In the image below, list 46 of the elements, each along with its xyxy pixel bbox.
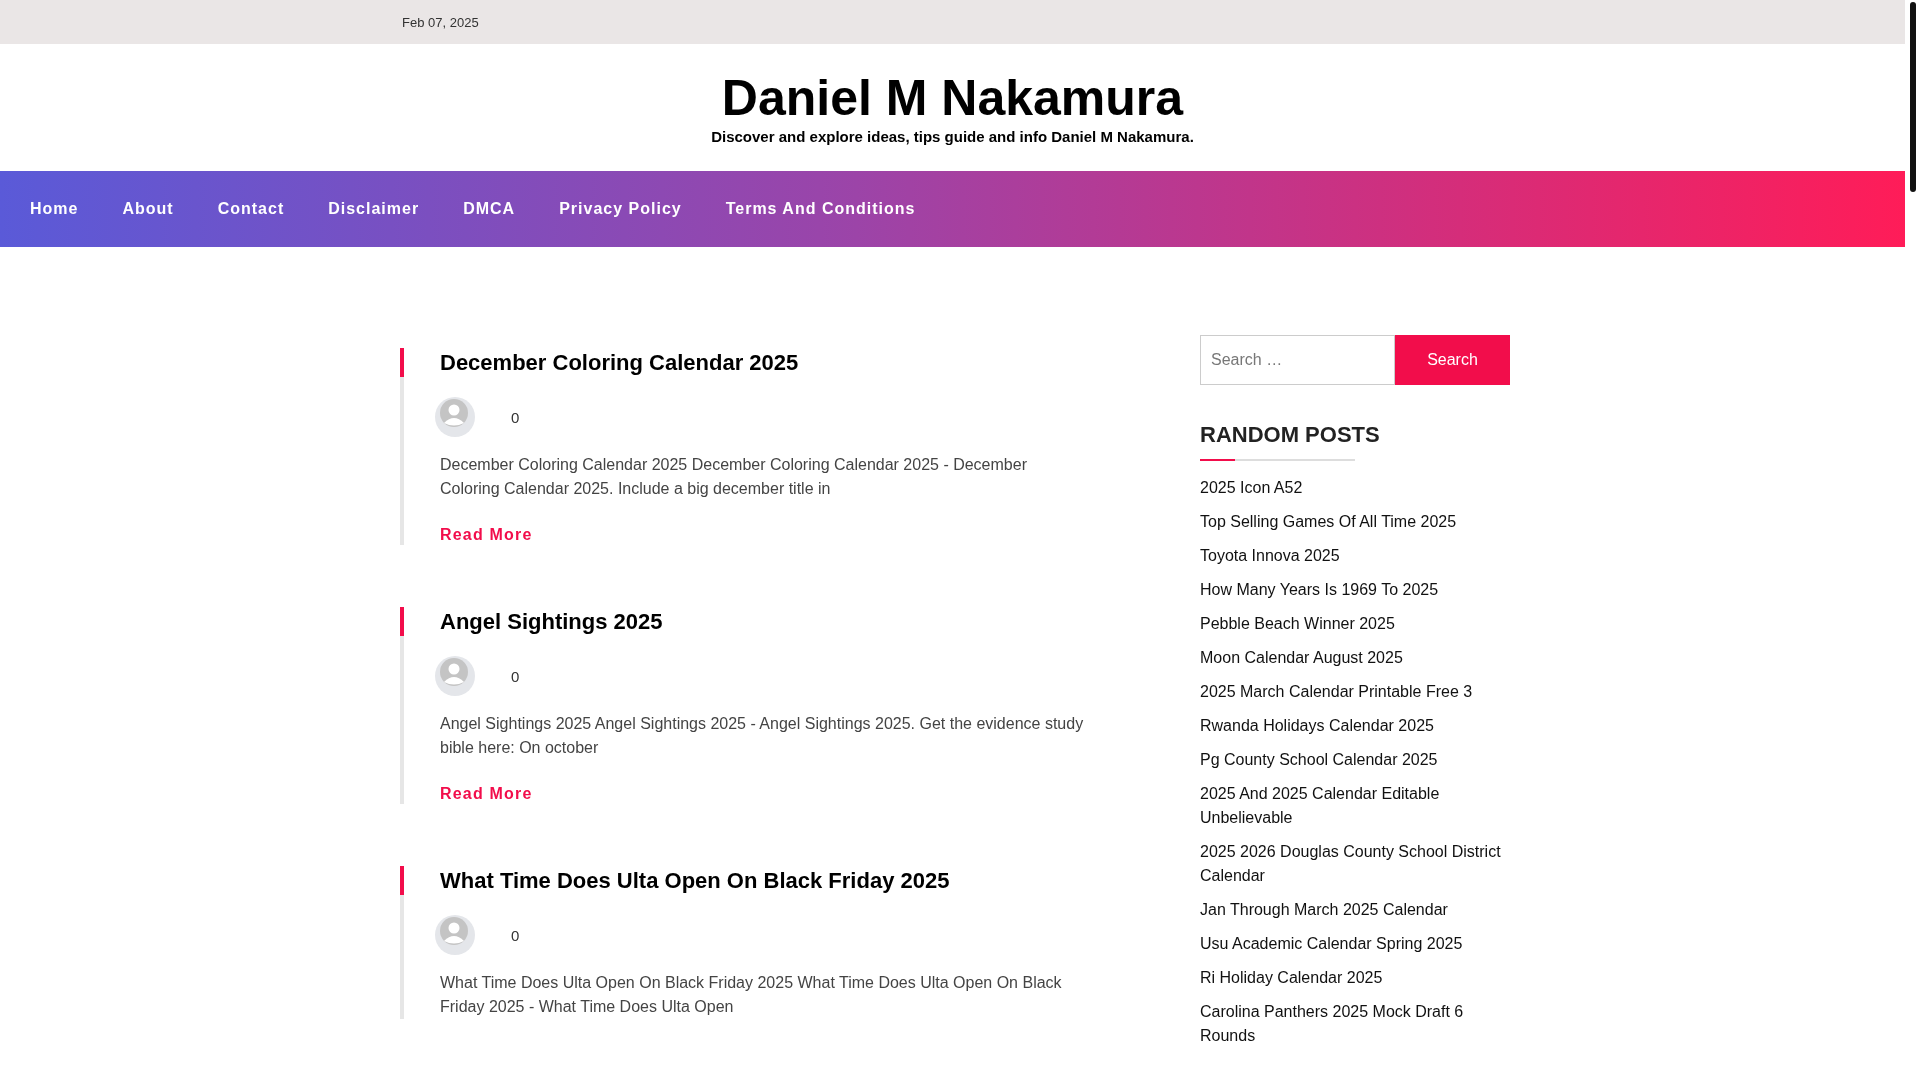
post-title[interactable]: December Coloring Calendar 2025 (440, 348, 1090, 377)
nav-link[interactable]: Home (12, 192, 97, 226)
post-excerpt: Angel Sightings 2025 Angel Sightings 2025 - Angel Sightings 2025. Get the evidence study bible here: On october (440, 714, 1085, 758)
date-text: Feb 07, 2025 (402, 14, 479, 30)
post-excerpt: What Time Does Ulta Open On Black Friday 2025 What Time Does Ulta Open On Black Friday 2025 - What Time Does Ulta Open (440, 973, 1063, 1017)
nav-link[interactable]: DMCA (445, 192, 534, 226)
avatar-icon (435, 915, 475, 955)
random-post-link[interactable]: Ri Holiday Calendar 2025 (1200, 966, 1510, 990)
nav-link[interactable]: Disclaimer (310, 192, 438, 226)
nav-link[interactable]: Privacy Policy (541, 192, 700, 226)
comment-count: 0 (511, 667, 520, 685)
post-title[interactable]: Angel Sightings 2025 (440, 607, 1090, 636)
random-post-link[interactable]: 2025 Icon A52 (1200, 476, 1510, 500)
random-post-link[interactable]: Rwanda Holidays Calendar 2025 (1200, 714, 1510, 738)
random-post-link[interactable]: Pg County School Calendar 2025 (1200, 748, 1510, 772)
random-post-link[interactable]: Pebble Beach Winner 2025 (1200, 612, 1510, 636)
site-title[interactable]: Daniel M Nakamura (721, 70, 1184, 126)
random-post-link[interactable]: 2025 March Calendar Printable Free 3 (1200, 680, 1510, 704)
search-button[interactable]: Search (1395, 335, 1510, 385)
random-post-link[interactable]: Moon Calendar August 2025 (1200, 646, 1510, 670)
widget-heading: RANDOM POSTS (1200, 422, 1381, 448)
random-post-link[interactable]: Jan Through March 2025 Calendar (1200, 898, 1510, 922)
comment-count: 0 (511, 926, 520, 944)
search-field[interactable]: Search … (1200, 335, 1395, 385)
site-tagline: Discover and explore ideas, tips guide and info Daniel M Nakamura. (711, 127, 1194, 145)
nav-link[interactable]: About (104, 192, 192, 226)
random-post-link[interactable]: Usu Academic Calendar Spring 2025 (1200, 932, 1510, 956)
read-more-link[interactable]: Read More (440, 784, 533, 804)
random-post-link[interactable]: Toyota Innova 2025 (1200, 544, 1510, 568)
title-accent-bar (400, 866, 404, 895)
nav-link[interactable]: Terms And Conditions (707, 192, 934, 226)
post-title[interactable]: What Time Does Ulta Open On Black Friday 2025 (440, 866, 1090, 895)
avatar-icon (435, 656, 475, 696)
comment-count: 0 (511, 408, 520, 426)
random-post-link[interactable]: How Many Years Is 1969 To 2025 (1200, 578, 1510, 602)
post-excerpt: December Coloring Calendar 2025 December Coloring Calendar 2025 - December Coloring Calendar 2025. Include a big december title in (440, 455, 1028, 499)
avatar-icon (435, 397, 475, 437)
random-post-link[interactable]: Top Selling Games Of All Time 2025 (1200, 510, 1510, 534)
title-accent-bar (400, 348, 404, 377)
read-more-link[interactable]: Read More (440, 525, 533, 545)
nav-link[interactable]: Contact (199, 192, 303, 226)
title-accent-bar (400, 607, 404, 636)
random-post-link[interactable]: Carolina Panthers 2025 Mock Draft 6 Rounds (1200, 1000, 1510, 1048)
random-post-link[interactable]: 2025 And 2025 Calendar Editable Unbelievable (1200, 782, 1510, 830)
scrollbar-thumb[interactable] (1909, 2, 1916, 192)
random-post-link[interactable]: 2025 2026 Douglas County School District Calendar (1200, 840, 1510, 888)
